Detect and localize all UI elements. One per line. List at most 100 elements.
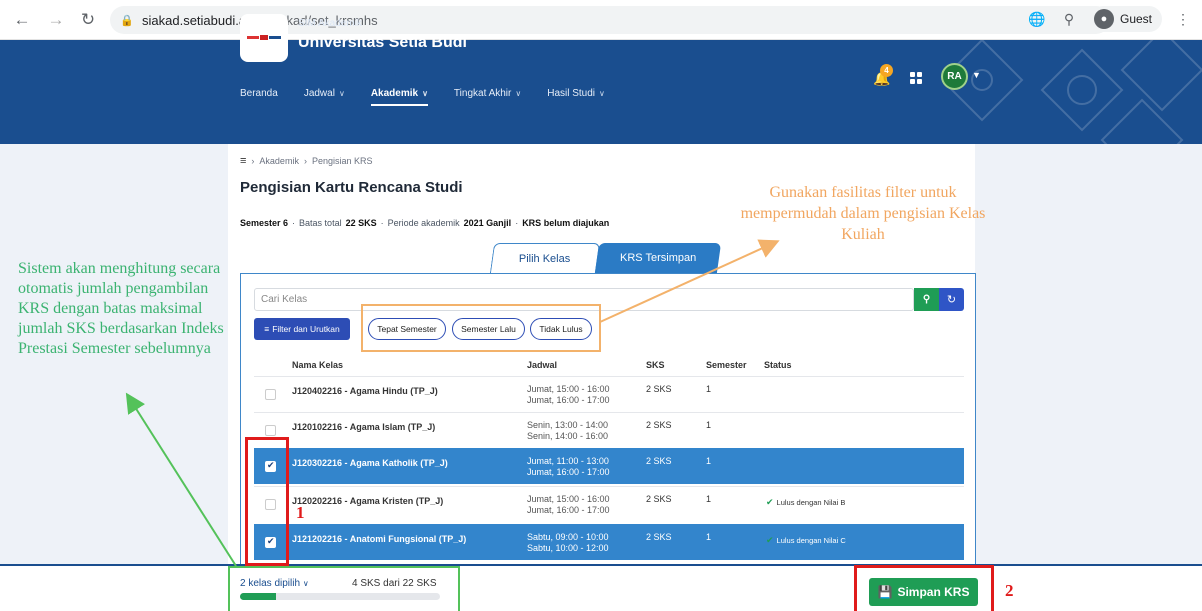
class-semester: 1 bbox=[706, 384, 712, 394]
table-row-selected[interactable]: J121202216 - Anatomi Fungsional (TP_J) S… bbox=[254, 524, 964, 560]
column-header-sks[interactable]: SKS bbox=[646, 360, 665, 370]
class-sks: 2 SKS bbox=[646, 532, 672, 542]
class-semester: 1 bbox=[706, 420, 712, 430]
schedule-line: Jumat, 16:00 - 17:00 bbox=[527, 467, 610, 477]
zoom-icon[interactable]: ⚲ bbox=[1058, 8, 1080, 30]
filter-button[interactable]: ≡ Filter dan Urutkan bbox=[254, 318, 350, 340]
class-name: J120102216 - Agama Islam (TP_J) bbox=[292, 422, 436, 432]
search-button[interactable]: ⚲ bbox=[914, 288, 939, 311]
class-semester: 1 bbox=[706, 456, 712, 466]
right-background bbox=[975, 144, 1202, 564]
class-schedule: Senin, 13:00 - 14:00 Senin, 14:00 - 16:00 bbox=[527, 420, 608, 442]
back-arrow-icon[interactable]: ← bbox=[10, 8, 34, 32]
user-avatar[interactable]: RA bbox=[941, 63, 968, 90]
periode-label: Periode akademik bbox=[387, 218, 460, 228]
schedule-line: Jumat, 15:00 - 16:00 bbox=[527, 384, 610, 394]
class-name: J120302216 - Agama Katholik (TP_J) bbox=[292, 458, 448, 468]
class-semester: 1 bbox=[706, 532, 712, 542]
schedule-line: Jumat, 16:00 - 17:00 bbox=[527, 505, 610, 515]
translate-icon[interactable]: 🌐 bbox=[1026, 8, 1048, 30]
breadcrumb: ≡ › Akademik › Pengisian KRS bbox=[240, 155, 372, 167]
separator: · bbox=[515, 218, 519, 228]
table-row[interactable]: J120102216 - Agama Islam (TP_J) Senin, 1… bbox=[254, 412, 964, 448]
apps-grid-icon[interactable] bbox=[910, 72, 922, 84]
annotation-marker-2: 2 bbox=[1005, 581, 1014, 600]
class-schedule: Jumat, 15:00 - 16:00 Jumat, 16:00 - 17:00 bbox=[527, 494, 610, 516]
column-header-status[interactable]: Status bbox=[764, 360, 792, 370]
tab-krs-tersimpan[interactable]: KRS Tersimpan bbox=[594, 243, 722, 273]
nav-label: Hasil Studi bbox=[547, 87, 596, 99]
class-name: J120202216 - Agama Kristen (TP_J) bbox=[292, 496, 444, 506]
class-sks: 2 SKS bbox=[646, 494, 672, 504]
nav-label: Beranda bbox=[240, 87, 278, 99]
annotation-checkbox-highlight bbox=[245, 437, 289, 566]
status-text: Lulus dengan Nilai B bbox=[776, 498, 846, 507]
column-header-nama[interactable]: Nama Kelas bbox=[292, 360, 343, 370]
nav-label: Tingkat Akhir bbox=[453, 87, 512, 99]
batas-label: Batas total bbox=[299, 218, 342, 228]
table-row-selected[interactable]: J120302216 - Agama Katholik (TP_J) Jumat… bbox=[254, 448, 964, 484]
main-navigation: Beranda Jadwal ∨ Akademik ∨ Tingkat Akhir ∨… bbox=[240, 82, 631, 106]
tab-label: KRS Tersimpan bbox=[619, 252, 697, 264]
lock-icon: 🔒 bbox=[120, 14, 134, 27]
table-row[interactable]: J120202216 - Agama Kristen (TP_J) Jumat,… bbox=[254, 486, 964, 522]
chevron-down-icon: ∨ bbox=[599, 88, 605, 98]
batas-value: 22 SKS bbox=[345, 218, 377, 228]
breadcrumb-separator: › bbox=[251, 156, 255, 166]
browser-toolbar: ← → ↻ 🔒 siakad.setiabudi.ac.id /siakad/s… bbox=[0, 0, 1202, 40]
column-header-jadwal[interactable]: Jadwal bbox=[527, 360, 557, 370]
app-subtitle: SIM Akademik bbox=[298, 18, 362, 29]
class-name: J121202216 - Anatomi Fungsional (TP_J) bbox=[292, 534, 467, 544]
tab-pilih-kelas[interactable]: Pilih Kelas bbox=[489, 243, 601, 273]
breadcrumb-item[interactable]: Akademik bbox=[259, 156, 299, 166]
breadcrumb-item: Pengisian KRS bbox=[311, 156, 373, 166]
status-text: Lulus dengan Nilai C bbox=[776, 536, 846, 545]
status-badge: ✔ Lulus dengan Nilai C bbox=[766, 535, 846, 546]
tab-label: Pilih Kelas bbox=[519, 252, 571, 265]
chevron-down-icon: ∨ bbox=[422, 88, 428, 98]
semester-value: Semester 6 bbox=[240, 218, 289, 228]
nav-label: Jadwal bbox=[303, 87, 335, 99]
page-title: Pengisian Kartu Rencana Studi bbox=[240, 179, 463, 196]
reload-icon[interactable]: ↻ bbox=[76, 8, 100, 32]
logo-mark-icon bbox=[247, 35, 281, 40]
nav-akademik[interactable]: Akademik ∨ bbox=[370, 82, 429, 106]
refresh-icon: ↻ bbox=[946, 294, 957, 306]
schedule-line: Sabtu, 10:00 - 12:00 bbox=[527, 543, 609, 553]
class-name: J120402216 - Agama Hindu (TP_J) bbox=[292, 386, 438, 396]
notification-badge: 4 bbox=[880, 64, 893, 77]
nav-beranda[interactable]: Beranda bbox=[240, 82, 278, 104]
separator: · bbox=[292, 218, 296, 228]
refresh-button[interactable]: ↻ bbox=[939, 288, 964, 311]
more-menu-icon[interactable]: ⋮ bbox=[1172, 8, 1194, 30]
hamburger-menu-icon[interactable]: ≡ bbox=[240, 155, 246, 167]
selection-footer bbox=[0, 564, 1202, 611]
row-checkbox[interactable] bbox=[265, 425, 276, 436]
annotation-sks-highlight bbox=[228, 566, 460, 611]
header-pattern bbox=[942, 40, 1202, 144]
university-logo[interactable] bbox=[240, 14, 288, 62]
profile-button[interactable]: ● Guest bbox=[1089, 6, 1162, 32]
schedule-line: Senin, 13:00 - 14:00 bbox=[527, 420, 609, 430]
profile-label: Guest bbox=[1119, 12, 1152, 26]
nav-tingkat-akhir[interactable]: Tingkat Akhir ∨ bbox=[454, 82, 521, 104]
breadcrumb-separator: › bbox=[303, 156, 307, 166]
chevron-down-icon[interactable]: ▼ bbox=[972, 70, 981, 80]
column-header-semester[interactable]: Semester bbox=[706, 360, 747, 370]
app-title: Universitas Setia Budi bbox=[298, 34, 467, 51]
annotation-left-note: Sistem akan menghitung secara otomatis j… bbox=[18, 260, 224, 357]
separator: · bbox=[380, 218, 384, 228]
schedule-line: Sabtu, 09:00 - 10:00 bbox=[527, 532, 609, 542]
row-checkbox[interactable] bbox=[265, 389, 276, 400]
class-schedule: Sabtu, 09:00 - 10:00 Sabtu, 10:00 - 12:00 bbox=[527, 532, 609, 554]
nav-jadwal[interactable]: Jadwal ∨ bbox=[304, 82, 345, 104]
annotation-marker-1: 1 bbox=[296, 503, 305, 522]
schedule-line: Jumat, 11:00 - 13:00 bbox=[527, 456, 609, 466]
sliders-icon: ≡ bbox=[264, 324, 270, 334]
annotation-save-highlight bbox=[854, 565, 994, 611]
table-row[interactable]: J120402216 - Agama Hindu (TP_J) Jumat, 1… bbox=[254, 376, 964, 412]
nav-hasil-studi[interactable]: Hasil Studi ∨ bbox=[547, 82, 605, 104]
annotation-right-note: Gunakan fasilitas filter untuk mempermud… bbox=[740, 184, 986, 243]
filter-label: Filter dan Urutkan bbox=[272, 324, 340, 334]
forward-arrow-icon[interactable]: → bbox=[44, 8, 68, 32]
